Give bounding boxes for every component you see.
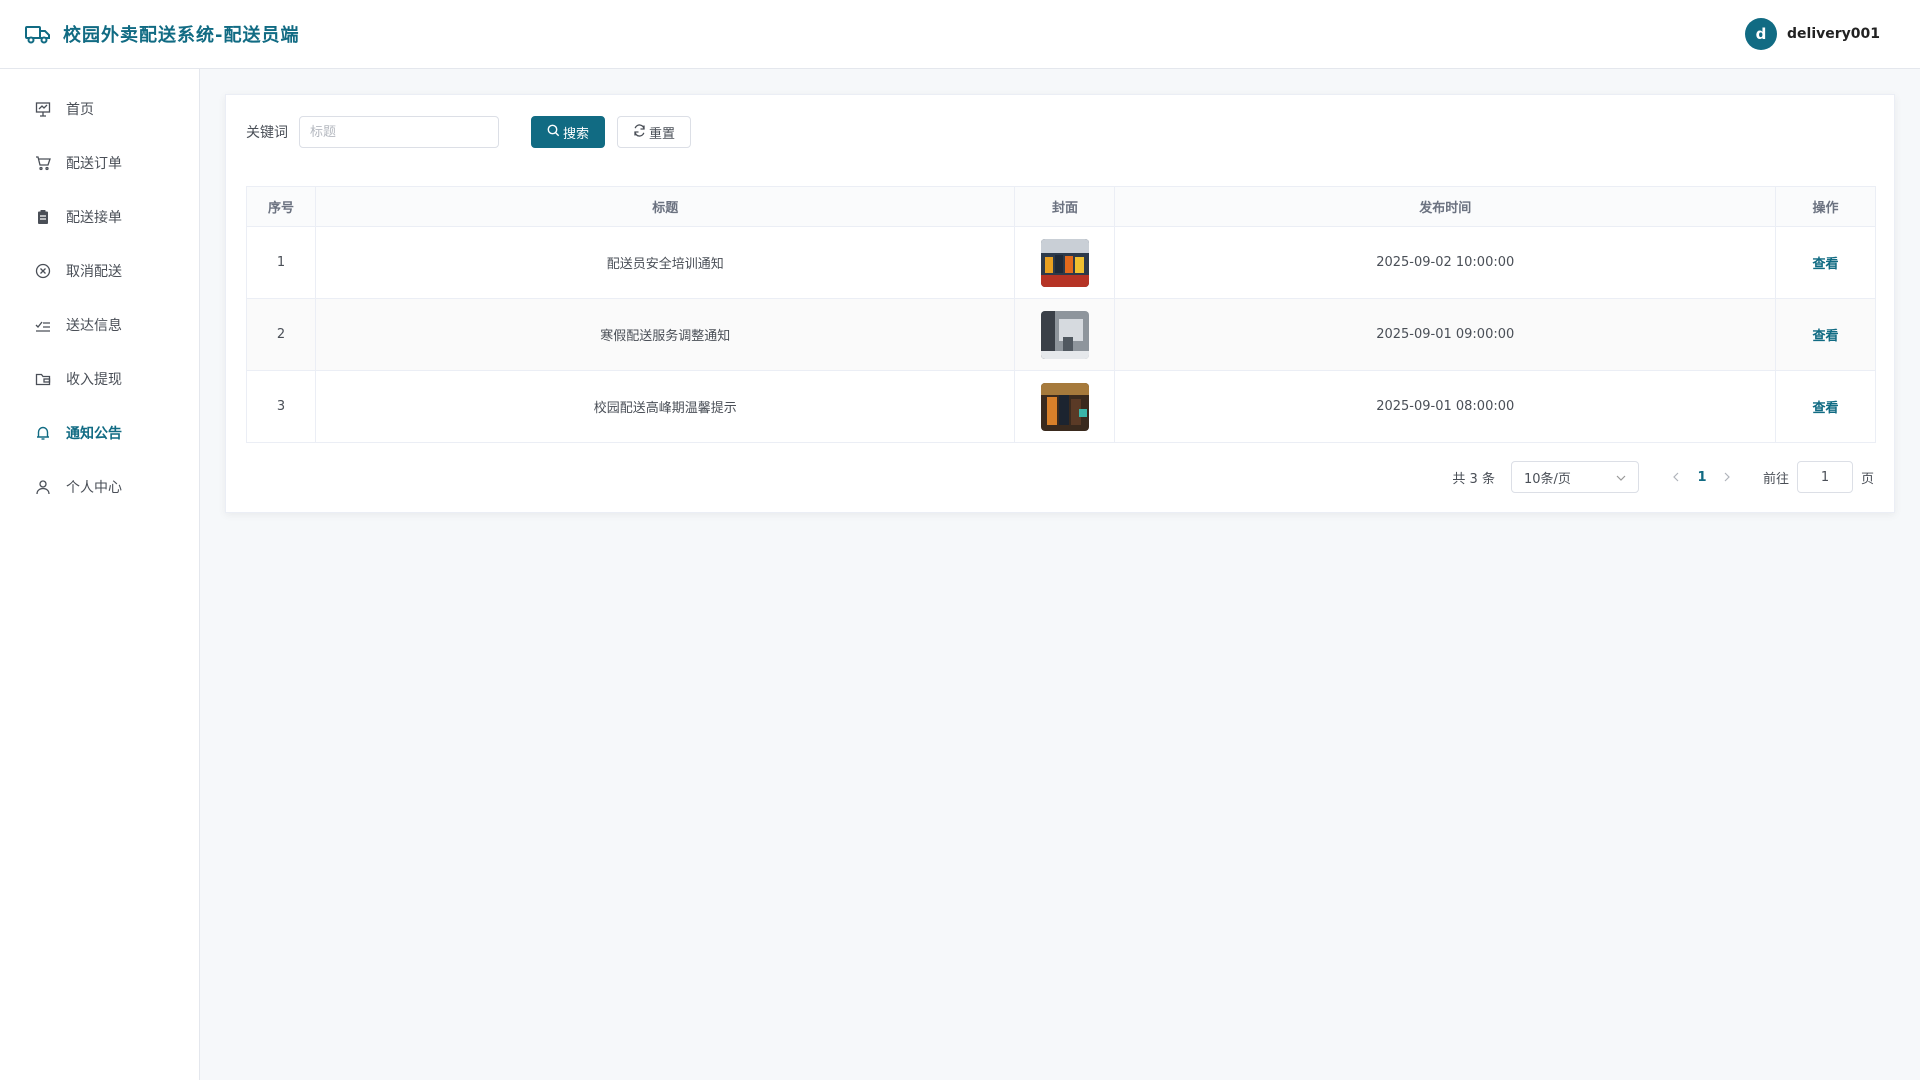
cell-index: 1 [246, 226, 316, 299]
pagination: 共 3 条 10条/页 1 前往 页 [1452, 461, 1874, 493]
cell-index: 3 [246, 370, 316, 443]
sidebar-item-cancel-delivery[interactable]: 取消配送 [0, 244, 199, 298]
view-link[interactable]: 查看 [1813, 401, 1839, 416]
cell-publish-time: 2025-09-02 10:00:00 [1114, 226, 1777, 299]
sidebar-item-label: 配送接单 [66, 210, 122, 226]
presentation-icon [34, 100, 52, 118]
view-link[interactable]: 查看 [1813, 257, 1839, 272]
cell-index: 2 [246, 298, 316, 371]
sidebar-item-label: 个人中心 [66, 480, 122, 496]
search-icon [547, 124, 560, 141]
page-number-current[interactable]: 1 [1689, 470, 1715, 485]
page-size-select[interactable]: 10条/页 [1510, 461, 1639, 493]
cell-actions: 查看 [1775, 298, 1876, 371]
user-icon [34, 478, 52, 496]
username[interactable]: delivery001 [1787, 26, 1880, 42]
cell-cover [1014, 226, 1116, 299]
cell-cover [1014, 298, 1116, 371]
goto-label: 前往 [1762, 471, 1789, 487]
check-list-icon [34, 316, 52, 334]
cell-actions: 查看 [1775, 226, 1876, 299]
refresh-icon [633, 123, 646, 141]
page-size-value: 10条/页 [1523, 471, 1571, 487]
sidebar-item-delivered-info[interactable]: 送达信息 [0, 298, 199, 352]
wallet-icon [34, 370, 52, 388]
avatar[interactable]: d [1745, 18, 1777, 50]
brand: 校园外卖配送系统-配送员端 [25, 21, 299, 47]
table-row: 3 校园配送高峰期温馨提示 2025-09-01 08:00:00 查看 [246, 370, 1876, 443]
chevron-right-icon [1725, 472, 1731, 482]
sidebar-item-label: 通知公告 [66, 426, 122, 442]
sidebar-item-label: 首页 [66, 102, 94, 118]
cell-title: 寒假配送服务调整通知 [314, 298, 1016, 371]
keyword-label: 关键词 [246, 125, 288, 141]
content-card: 关键词 搜索 重置 序号 标题 封面 发布时间 操作 [225, 94, 1895, 513]
column-header-actions: 操作 [1775, 186, 1876, 227]
cover-image[interactable] [1040, 238, 1089, 287]
announcement-table: 序号 标题 封面 发布时间 操作 1 配送员安全培训通知 2025-09-02 … [246, 186, 1876, 443]
search-bar: 关键词 搜索 重置 [246, 116, 691, 148]
cart-icon [34, 154, 52, 172]
sidebar-item-announcements[interactable]: 通知公告 [0, 406, 199, 460]
sidebar-item-profile[interactable]: 个人中心 [0, 460, 199, 514]
sidebar: 首页 配送订单 配送接单 取消配送 送达信息 收入提现 通知公告 个人中心 [0, 69, 200, 1080]
next-page-button[interactable] [1715, 461, 1741, 493]
search-button-label: 搜索 [562, 126, 589, 142]
cell-cover [1014, 370, 1116, 443]
cover-image[interactable] [1040, 310, 1089, 359]
column-header-publish-time: 发布时间 [1114, 186, 1777, 227]
reset-button-label: 重置 [648, 126, 675, 142]
circle-x-icon [34, 262, 52, 280]
sidebar-item-label: 配送订单 [66, 156, 122, 172]
sidebar-item-home[interactable]: 首页 [0, 82, 199, 136]
cell-publish-time: 2025-09-01 09:00:00 [1114, 298, 1777, 371]
goto-page-input[interactable] [1796, 461, 1853, 493]
sidebar-item-accept-orders[interactable]: 配送接单 [0, 190, 199, 244]
cover-image[interactable] [1040, 382, 1089, 431]
page-unit-label: 页 [1860, 471, 1874, 487]
search-button[interactable]: 搜索 [531, 116, 605, 148]
total-count: 共 3 条 [1452, 471, 1495, 487]
reset-button[interactable]: 重置 [617, 116, 691, 148]
truck-icon [25, 23, 51, 45]
sidebar-item-delivery-orders[interactable]: 配送订单 [0, 136, 199, 190]
user-menu[interactable]: d delivery001 [1745, 18, 1880, 50]
sidebar-item-label: 送达信息 [66, 318, 122, 334]
sidebar-item-label: 取消配送 [66, 264, 122, 280]
column-header-cover: 封面 [1014, 186, 1116, 227]
cell-actions: 查看 [1775, 370, 1876, 443]
chevron-left-icon [1673, 472, 1679, 482]
clipboard-icon [34, 208, 52, 226]
table-row: 1 配送员安全培训通知 2025-09-02 10:00:00 查看 [246, 226, 1876, 299]
view-link[interactable]: 查看 [1813, 329, 1839, 344]
sidebar-item-label: 收入提现 [66, 372, 122, 388]
table-header-row: 序号 标题 封面 发布时间 操作 [246, 186, 1876, 227]
table-row: 2 寒假配送服务调整通知 2025-09-01 09:00:00 查看 [246, 298, 1876, 371]
keyword-input[interactable] [299, 116, 499, 148]
top-header: 校园外卖配送系统-配送员端 d delivery001 [0, 0, 1920, 69]
sidebar-item-income-withdraw[interactable]: 收入提现 [0, 352, 199, 406]
bell-icon [34, 424, 52, 442]
cell-title: 配送员安全培训通知 [314, 226, 1016, 299]
app-title: 校园外卖配送系统-配送员端 [63, 25, 300, 46]
column-header-title: 标题 [314, 186, 1016, 227]
chevron-down-icon [1616, 470, 1626, 485]
cell-publish-time: 2025-09-01 08:00:00 [1114, 370, 1777, 443]
column-header-index: 序号 [246, 186, 316, 227]
prev-page-button[interactable] [1663, 461, 1689, 493]
cell-title: 校园配送高峰期温馨提示 [314, 370, 1016, 443]
